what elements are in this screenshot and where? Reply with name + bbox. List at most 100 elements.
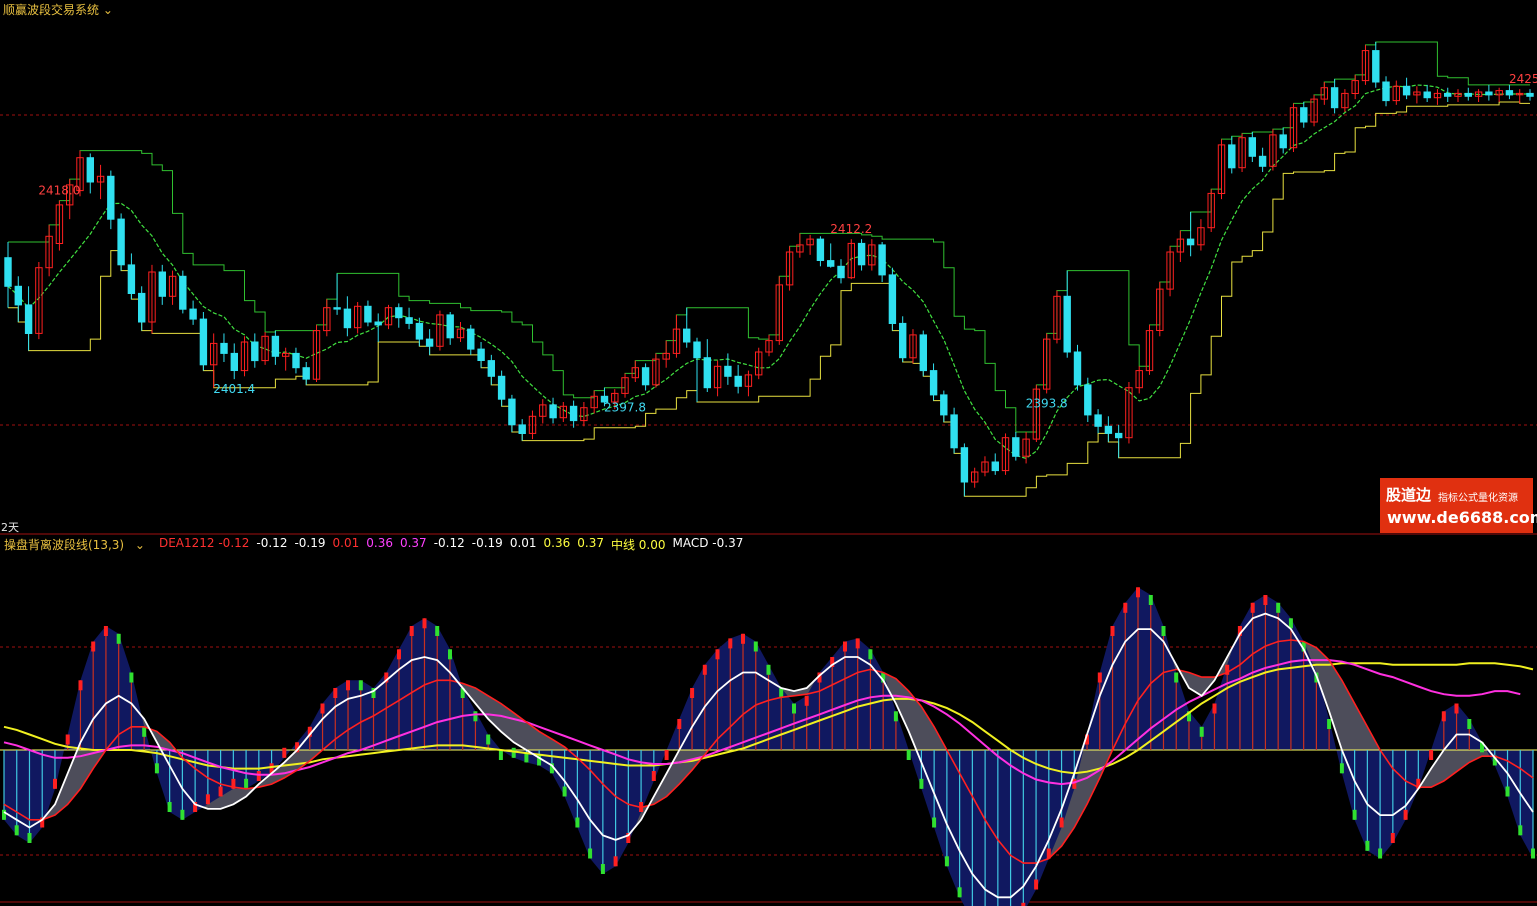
macd-head-block [244, 778, 249, 789]
macd-head-block [677, 719, 682, 729]
candle-body [127, 264, 136, 294]
macd-head-block [575, 817, 580, 828]
candle-body [569, 405, 578, 422]
macd-head-block [957, 887, 962, 898]
candle-body [1382, 81, 1390, 102]
candle-body [1228, 144, 1236, 169]
candle-body [827, 260, 835, 267]
macd-head-block [1365, 840, 1370, 851]
macd-head-block [1034, 879, 1039, 890]
candle-body [467, 328, 475, 350]
candle-body [641, 367, 650, 386]
macd-head-block [868, 649, 873, 660]
macd-head-block [1441, 711, 1446, 722]
macd-head-block [167, 802, 172, 812]
candle-body [940, 394, 948, 416]
candle-body [1402, 85, 1411, 96]
macd-head-block [1174, 672, 1179, 683]
macd-head-block [333, 688, 338, 698]
macd-head-block [1110, 626, 1115, 636]
macd-head-block [651, 771, 656, 781]
macd-head-block [932, 817, 937, 828]
macd-head-block [397, 649, 401, 660]
candle-body [1186, 238, 1195, 246]
macd-head-block [409, 626, 414, 636]
macd-head-block [256, 771, 261, 781]
trend-ma-line [7, 84, 1530, 460]
candle-body [1505, 90, 1514, 96]
candle-body [117, 218, 125, 266]
candle-body [683, 328, 691, 343]
macd-head-block [103, 626, 108, 636]
macd-head-block [906, 750, 911, 760]
watermark-site: www.de6688.com [1387, 508, 1537, 527]
candle-body [364, 305, 372, 323]
macd-head-block [346, 680, 350, 691]
candle-body [497, 375, 506, 400]
watermark-badge: 股道边 指标公式量化资源 www.de6688.com [1380, 478, 1537, 533]
candle-body [857, 242, 866, 266]
candle-body [960, 447, 969, 483]
candle-body [487, 360, 496, 377]
macd-head-block [205, 794, 210, 805]
candle-body [86, 157, 94, 183]
watermark-brand: 股道边 [1386, 486, 1432, 504]
candle-body [138, 292, 146, 323]
candle-body [189, 308, 197, 320]
price-extreme-label: 2393.8 [1026, 396, 1068, 410]
candle-body [271, 335, 280, 357]
indicator-value: -0.12 [433, 536, 465, 550]
price-extreme-label: 2425.4 [1509, 72, 1537, 86]
macd-head-block [664, 750, 669, 760]
chevron-down-icon: ⌄ [131, 538, 145, 552]
candle-body [415, 322, 424, 340]
macd-head-block [1123, 602, 1128, 613]
macd-head-block [588, 848, 593, 859]
candle-body [220, 342, 228, 354]
price-extreme-label: 2397.8 [604, 401, 646, 415]
macd-head-block [91, 641, 96, 652]
macd-head-block [1339, 763, 1344, 774]
price-extreme-label: 2418.0 [38, 184, 80, 198]
macd-head-block [855, 638, 860, 649]
macd-head-block [843, 641, 847, 652]
macd-head-block [1161, 626, 1166, 636]
candle-body [24, 304, 33, 334]
macd-head-block [741, 633, 745, 644]
candle-body [4, 257, 12, 287]
macd-head-block [435, 626, 440, 636]
macd-head-block [282, 747, 287, 758]
indicator-value: 0.36 [543, 536, 571, 550]
candle-body [703, 357, 711, 389]
macd-head-block [1429, 750, 1434, 760]
macd-head-block [919, 778, 924, 789]
macd-head-block [53, 778, 57, 789]
candle-body [477, 348, 485, 362]
macd-head-block [14, 825, 19, 836]
macd-head-block [792, 703, 796, 714]
main-panel-title[interactable]: 顺赢波段交易系统 ⌄ [3, 1, 113, 18]
sub-panel-title[interactable]: 操盘背离波段线(13,3) ⌄ [4, 536, 152, 553]
macd-head-block [1467, 719, 1472, 729]
macd-head-block [320, 703, 325, 714]
chart-canvas: 2418.02401.42397.82412.22393.82425.4242 [0, 41, 1537, 906]
indicator-value: -0.19 [294, 536, 326, 550]
indicator-value: -0.12 [256, 536, 288, 550]
macd-head-block [180, 809, 185, 820]
indicator-value: 0.36 [366, 536, 393, 550]
macd-head-block [2, 809, 6, 820]
macd-head-block [511, 747, 516, 758]
candle-body [1063, 295, 1071, 353]
price-extreme-label: 2412.2 [830, 222, 872, 236]
macd-head-block [1263, 595, 1268, 605]
main-title-text: 顺赢波段交易系统 [3, 3, 100, 17]
candle-body [1485, 91, 1493, 96]
candle-body [374, 321, 382, 326]
macd-head-block [1059, 817, 1064, 828]
macd-head-block [358, 680, 363, 691]
candle-body [302, 367, 310, 380]
macd-head-block [116, 633, 121, 644]
macd-head-block [1148, 595, 1153, 605]
candle-body [343, 308, 352, 329]
candle-body [1073, 351, 1082, 386]
